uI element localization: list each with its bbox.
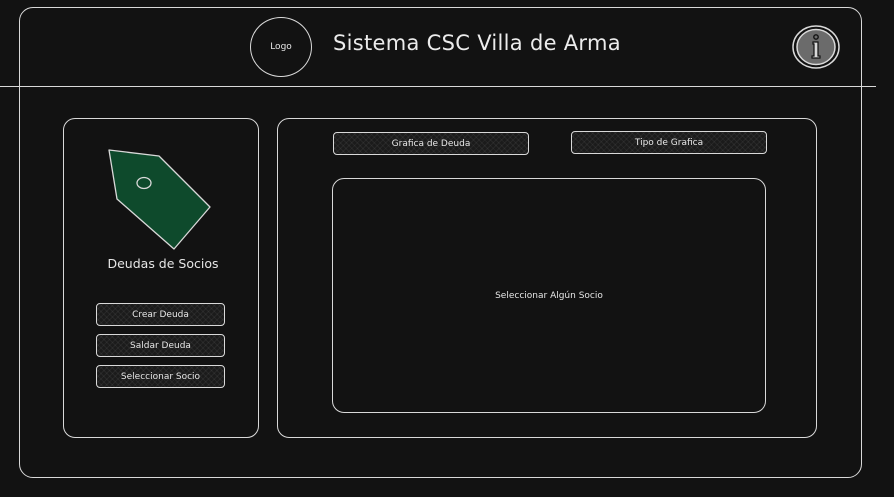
settle-debt-button[interactable]: Saldar Deuda xyxy=(96,334,225,357)
section-title: Deudas de Socios xyxy=(107,256,219,271)
tag-icon xyxy=(108,149,211,250)
page-title: Sistema CSC Villa de Arma xyxy=(333,31,621,55)
chart-type-button[interactable]: Tipo de Grafica xyxy=(571,131,767,154)
chart-area: Seleccionar Algún Socio xyxy=(332,178,766,413)
info-icon xyxy=(792,25,840,69)
chart-placeholder-text: Seleccionar Algún Socio xyxy=(495,290,603,301)
info-button[interactable] xyxy=(791,24,841,70)
app-canvas: Logo Sistema CSC Villa de Arma Deudas de… xyxy=(0,0,894,497)
create-debt-button[interactable]: Crear Deuda xyxy=(96,303,225,326)
logo: Logo xyxy=(250,17,312,77)
logo-label: Logo xyxy=(270,42,292,52)
debt-chart-button[interactable]: Grafica de Deuda xyxy=(333,132,529,155)
header-divider xyxy=(0,86,876,87)
select-member-button[interactable]: Seleccionar Socio xyxy=(96,365,225,388)
